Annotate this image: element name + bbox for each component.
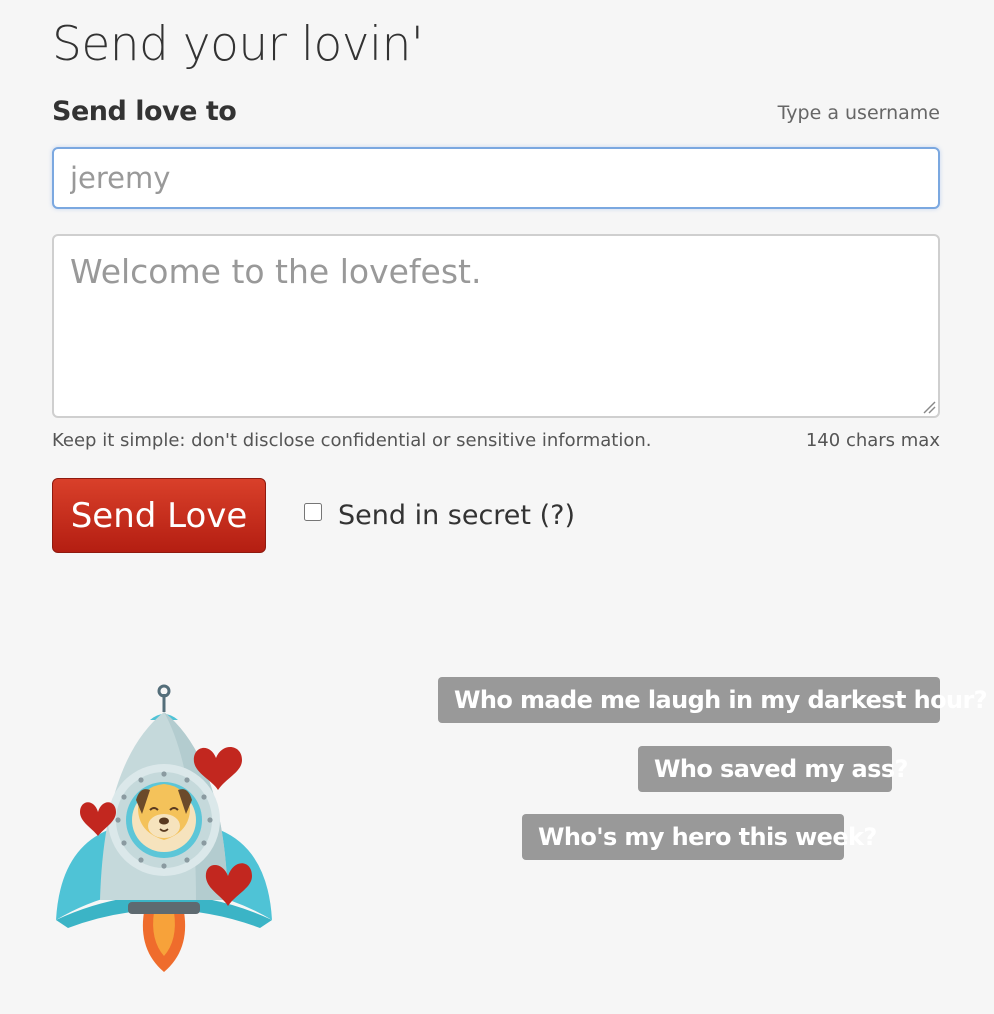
love-message-textarea[interactable] xyxy=(52,234,940,418)
recipient-hint: Type a username xyxy=(777,102,940,124)
message-help-row: Keep it simple: don't disclose confident… xyxy=(52,428,940,454)
prompt-suggestion[interactable]: Who made me laugh in my darkest hour? xyxy=(438,677,988,723)
prompt-suggestion[interactable]: Who saved my ass? xyxy=(638,746,908,792)
recipient-label-row: Send love to Type a username xyxy=(52,94,940,130)
page: Send your lovin' Send love to Type a use… xyxy=(0,0,994,1014)
send-love-button[interactable]: Send Love xyxy=(52,478,266,553)
recipient-label: Send love to xyxy=(52,96,237,127)
rocket-with-hearts-illustration xyxy=(56,684,272,972)
prompt-suggestion[interactable]: Who's my hero this week? xyxy=(522,814,877,860)
char-limit: 140 chars max xyxy=(805,430,940,451)
send-in-secret-checkbox[interactable] xyxy=(304,503,322,521)
resize-handle-icon[interactable] xyxy=(922,400,936,414)
page-title: Send your lovin' xyxy=(52,17,424,72)
send-in-secret-label[interactable]: Send in secret (?) xyxy=(338,500,575,531)
recipient-username-input[interactable] xyxy=(52,147,940,209)
privacy-hint: Keep it simple: don't disclose confident… xyxy=(52,430,652,451)
send-in-secret-option[interactable]: Send in secret (?) xyxy=(304,496,575,534)
